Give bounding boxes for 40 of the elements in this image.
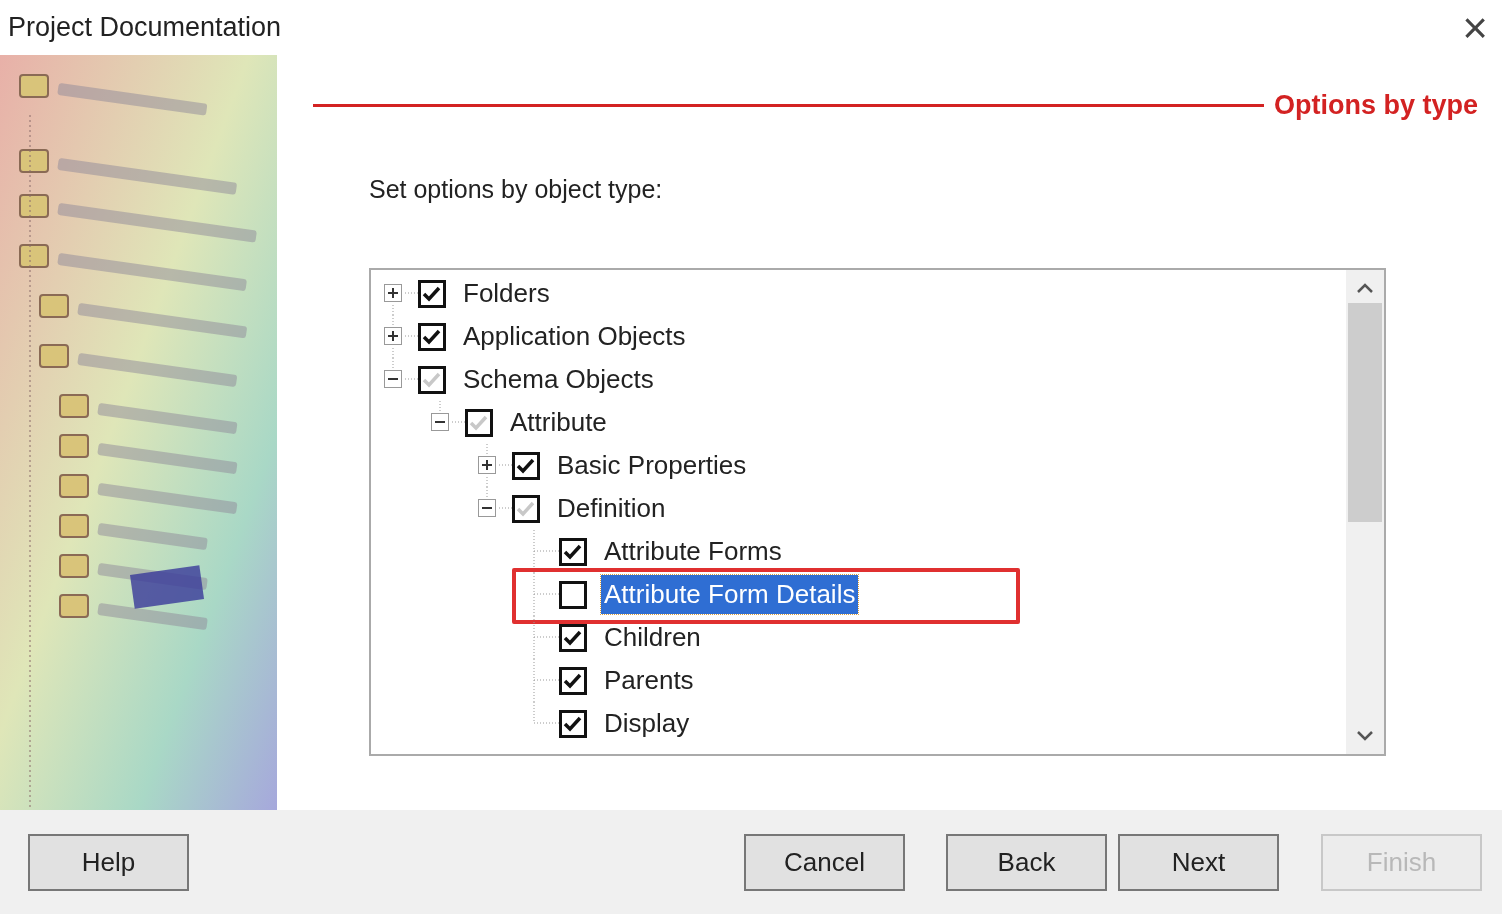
tree-item[interactable]: Definition: [557, 489, 666, 528]
prompt-label: Set options by object type:: [369, 173, 663, 205]
tree-item[interactable]: Basic Properties: [557, 446, 747, 485]
window-title: Project Documentation: [8, 11, 282, 45]
tree-item[interactable]: Parents: [604, 661, 694, 700]
collapse-icon[interactable]: [384, 370, 403, 389]
checkbox[interactable]: [418, 279, 446, 308]
scroll-up-icon[interactable]: [1356, 282, 1374, 294]
tree-item[interactable]: Attribute Form Details: [601, 575, 859, 614]
checkbox[interactable]: [418, 322, 446, 351]
tree-item[interactable]: Schema Objects: [463, 360, 654, 399]
checkbox[interactable]: [559, 709, 587, 738]
tree-item[interactable]: Folders: [463, 274, 550, 313]
section-title: Options by type: [1273, 89, 1478, 122]
tree-item[interactable]: Children: [604, 618, 701, 657]
expand-icon[interactable]: [478, 456, 497, 475]
dialog-button[interactable]: Help: [28, 833, 189, 891]
checkbox[interactable]: [418, 365, 446, 394]
scroll-thumb[interactable]: [1348, 303, 1382, 522]
collapse-icon[interactable]: [478, 499, 497, 518]
expand-icon[interactable]: [384, 327, 403, 346]
collapse-icon[interactable]: [431, 413, 450, 432]
checkbox[interactable]: [559, 623, 587, 652]
close-button[interactable]: ×: [1462, 5, 1488, 50]
checkbox[interactable]: [465, 408, 493, 437]
tree-item[interactable]: Attribute: [510, 403, 607, 442]
scrollbar[interactable]: [1346, 270, 1384, 754]
dialog-button[interactable]: Cancel: [744, 833, 905, 891]
tree-item[interactable]: Application Objects: [463, 317, 686, 356]
checkbox[interactable]: [559, 666, 587, 695]
tree-item[interactable]: Attribute Forms: [604, 532, 782, 571]
checkbox[interactable]: [512, 451, 540, 480]
dialog-button[interactable]: Back: [946, 833, 1107, 891]
checkbox[interactable]: [559, 537, 587, 566]
tree-item[interactable]: Display: [604, 704, 690, 743]
scroll-down-icon[interactable]: [1356, 730, 1374, 742]
checkbox[interactable]: [559, 580, 587, 609]
expand-icon[interactable]: [384, 284, 403, 303]
checkbox[interactable]: [512, 494, 540, 523]
dialog-button[interactable]: Next: [1118, 833, 1279, 891]
